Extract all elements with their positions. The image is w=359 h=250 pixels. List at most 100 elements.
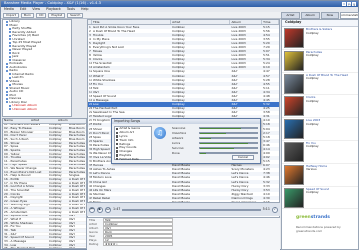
menu-item[interactable]: Tools <box>67 7 75 11</box>
minimize-icon[interactable]: _ <box>342 2 346 7</box>
seek-bar[interactable] <box>122 208 261 211</box>
tree-item[interactable]: Unknown Album <box>3 108 71 112</box>
track-row[interactable]: 16TalkColdplayX&Y5:11 <box>88 86 279 90</box>
info-value[interactable]: ★★★★☆ <box>103 242 173 246</box>
track-row[interactable]: 20LowColdplayX&Y5:32 <box>88 102 279 107</box>
toolbar-button[interactable]: CD <box>36 12 47 18</box>
album-cover[interactable] <box>284 141 304 162</box>
menu-item[interactable]: Media <box>4 7 14 11</box>
close-icon[interactable]: × <box>352 2 356 7</box>
maximize-icon[interactable]: □ <box>347 2 351 7</box>
track-row[interactable]: 2A Rush Of Blood To The Head Coldplay Live… <box>88 29 279 33</box>
checkbox[interactable] <box>116 146 119 150</box>
column-header[interactable]: Artist <box>31 119 58 122</box>
recommendation-item[interactable]: Halfway Home Various <box>282 164 358 187</box>
checkbox[interactable] <box>116 142 119 146</box>
recommendation-item[interactable]: Fix You Coldplay <box>282 141 358 164</box>
recommendation-item[interactable]: Speed Of Sound Coldplay <box>282 187 358 210</box>
track-row[interactable]: 18Speed Of SoundColdplayX&Y4:48 <box>88 94 279 98</box>
recommendation-item[interactable]: A Rush Of Blood To The Head Coldplay <box>282 73 358 96</box>
file-row[interactable]: 35 - The Hardest PartColdplayX&Y <box>3 247 86 248</box>
menu-item[interactable]: Edit <box>20 7 26 11</box>
track-row[interactable]: 10The ScientistColdplayLive 20035:24 <box>88 62 279 66</box>
column-header[interactable]: Name <box>4 119 31 122</box>
column-header[interactable]: Artist <box>171 20 231 24</box>
checkbox[interactable] <box>116 135 119 138</box>
previous-icon[interactable]: ⏮ <box>89 206 95 213</box>
info-value[interactable]: Talk <box>103 218 173 222</box>
track-row[interactable]: 40ChangesDavid BowieHunky Dory3:33 <box>88 184 279 188</box>
track-row[interactable]: 36Ashes To AshesDavid BowieScary Monster… <box>88 168 279 172</box>
track-row[interactable]: 21The Hardest PartColdplayX&Y4:25 <box>88 106 279 111</box>
album-cover[interactable] <box>284 73 304 94</box>
track-cell: Live 2003 <box>231 33 246 37</box>
info-value[interactable]: 12 <box>103 238 173 242</box>
album-cover[interactable] <box>284 119 304 140</box>
track-row[interactable]: 12Square OneColdplayX&Y4:47 <box>88 70 279 74</box>
info-value[interactable]: X&Y <box>103 226 173 230</box>
toolbar-button[interactable]: Burn <box>20 12 35 18</box>
track-row[interactable]: 39China GirlDavid BowieLet's Dance5:32 <box>88 179 279 185</box>
track-row[interactable]: 14White ShadowsColdplayX&Y5:28 <box>88 78 279 82</box>
menu-item[interactable]: View <box>32 7 40 11</box>
toolbar-button[interactable]: Import <box>3 12 19 18</box>
tab-album[interactable]: Album <box>300 12 320 19</box>
track-row[interactable]: 43Rebel RebelDavid BowieDiamond Dogs4:30 <box>88 196 279 201</box>
recommendation-artist: Coldplay <box>306 30 319 35</box>
track-row[interactable]: 5 Daylight Coldplay Live 2003 5:20 <box>88 41 279 46</box>
track-row[interactable]: 37Let's DanceDavid BowieLet's Dance7:38 <box>88 171 279 176</box>
info-value[interactable]: Coldplay <box>103 222 173 226</box>
album-cover[interactable] <box>284 164 304 185</box>
track-row[interactable]: 1 God Put A Smile Upon Your Face Coldplay L… <box>88 25 279 30</box>
album-cover[interactable] <box>284 28 304 48</box>
cancel-button[interactable]: Cancel <box>232 155 254 160</box>
file-cell: Coldplay <box>49 196 62 200</box>
track-row[interactable]: 41Life On MarsDavid BowieHunky Dory3:53 <box>88 188 279 193</box>
track-row[interactable]: 11AmsterdamColdplayLive 20036:10 <box>88 65 279 70</box>
recommendation-item[interactable]: Parachutes Coldplay <box>282 50 358 73</box>
track-row[interactable]: 17X&YColdplayX&Y4:34 <box>88 90 279 95</box>
info-value[interactable]: Rock <box>103 230 173 234</box>
track-row[interactable]: 22Swallowed In The SeaColdplayX&Y3:58 <box>88 111 279 115</box>
play-icon[interactable]: ▶ <box>97 206 103 213</box>
album-cover[interactable] <box>284 50 304 71</box>
column-header[interactable]: Album <box>230 20 263 24</box>
next-icon[interactable]: ⏭ <box>105 206 111 213</box>
track-row[interactable]: 15Fix YouColdplayX&Y4:55 <box>88 82 279 87</box>
column-header[interactable]: Time <box>262 20 279 24</box>
info-value[interactable]: 2005 <box>103 234 173 238</box>
tab-now[interactable]: Now <box>320 12 340 19</box>
checkbox[interactable] <box>116 131 119 134</box>
track-row[interactable]: 42StarmanDavid BowieZiggy Stardust4:10 <box>88 192 279 196</box>
menu-item[interactable]: Playback <box>46 7 61 11</box>
column-header[interactable]: Title <box>92 20 172 24</box>
tab-artist[interactable]: Artist <box>281 12 300 19</box>
track-row[interactable]: 4 In My Place Coldplay Live 2003 3:55 <box>88 37 279 41</box>
volume-icon[interactable]: ♪ <box>272 206 278 213</box>
track-row[interactable]: 19A MessageColdplayX&Y4:45 <box>88 98 279 103</box>
track-row[interactable]: 9 Clocks Coldplay Live 2003 5:34 <box>88 57 279 62</box>
album-cover[interactable] <box>284 96 304 117</box>
menu-item[interactable]: Help <box>81 7 89 11</box>
track-row[interactable]: 35HeroesDavid BowieHeroes6:07 <box>88 163 279 168</box>
track-row[interactable]: 7 Moses Coldplay Live 2003 5:07 <box>88 49 279 54</box>
recommendation-item[interactable]: Clocks Coldplay <box>282 95 358 119</box>
track-row[interactable]: 3 Trouble Coldplay Live 2003 4:54 <box>88 33 279 38</box>
recommendation-item[interactable]: Live 2003 Coldplay <box>282 118 358 141</box>
toolbar-button[interactable]: Playlist <box>48 12 66 18</box>
file-cell: 22 - Green Eyes <box>4 199 28 203</box>
checkbox[interactable] <box>116 150 119 153</box>
dialog-option[interactable]: Fetched Data <box>115 157 151 161</box>
recommendation-item[interactable]: Brothers & Sisters Coldplay <box>282 27 358 50</box>
checkbox[interactable] <box>116 158 119 161</box>
album-cover[interactable] <box>284 187 304 208</box>
tab-recommendations[interactable]: Recommendations <box>340 12 359 19</box>
checkbox[interactable] <box>116 127 119 131</box>
toolbar-button[interactable]: Search <box>67 12 84 18</box>
track-row[interactable]: 6 Everything's Not Lost Coldplay Live 2003 7… <box>88 45 279 49</box>
track-row[interactable]: 8 Yellow Coldplay Live 2003 5:51 <box>88 54 279 58</box>
track-row[interactable]: 13What IfColdplayX&Y4:57 <box>88 73 279 79</box>
track-row[interactable]: 38Modern LoveDavid BowieLet's Dance4:46 <box>88 176 279 180</box>
checkbox[interactable] <box>116 154 119 157</box>
column-header[interactable]: Album <box>58 119 85 122</box>
